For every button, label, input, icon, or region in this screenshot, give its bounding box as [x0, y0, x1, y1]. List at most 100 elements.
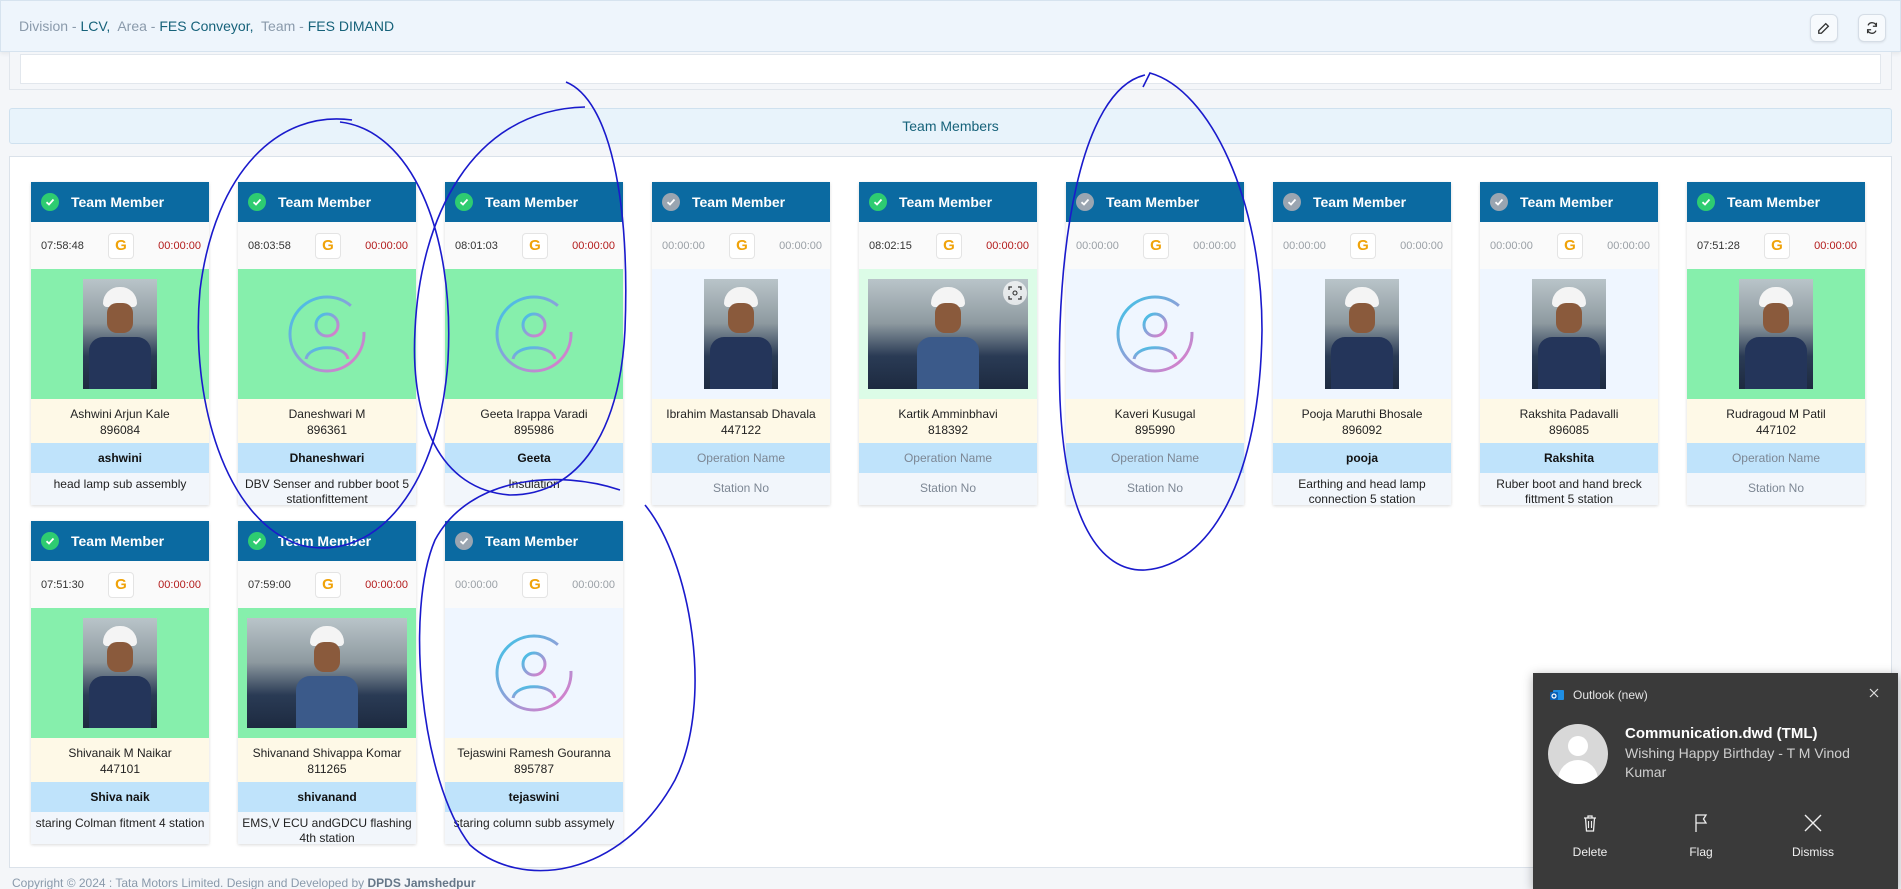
card-title: Team Member	[692, 194, 786, 210]
card-title: Team Member	[1313, 194, 1407, 210]
card-title: Team Member	[278, 194, 372, 210]
station-no[interactable]: Station No	[652, 473, 830, 505]
team-member-card[interactable]: Team Member 08:02:15 G 00:00:00 Kartik Ammin…	[859, 182, 1037, 505]
in-time: 07:51:30	[41, 578, 84, 591]
notification-message: Wishing Happy Birthday - T M Vinod Kumar	[1625, 745, 1850, 780]
station-no[interactable]: head lamp sub assembly	[31, 473, 209, 505]
station-no[interactable]: Station No	[859, 473, 1037, 505]
team-member-card[interactable]: Team Member 00:00:00 G 00:00:00 Pooja Maruth…	[1273, 182, 1451, 506]
card-header: Team Member	[652, 182, 830, 222]
dismiss-button[interactable]: Dismiss	[1778, 813, 1848, 859]
operation-name[interactable]: Shiva naik	[31, 782, 209, 812]
team-member-card[interactable]: Team Member 07:58:48 G 00:00:00 Ashwini Arju…	[31, 182, 209, 505]
card-header: Team Member	[859, 182, 1037, 222]
operation-name[interactable]: Geeta	[445, 443, 623, 473]
member-name: Daneshwari M	[288, 407, 366, 421]
photo-area	[31, 608, 209, 738]
member-name-block: Geeta Irappa Varadi 895986	[445, 399, 623, 443]
card-header: Team Member	[1480, 182, 1658, 222]
grade-badge[interactable]: G	[1764, 232, 1790, 259]
team-member-card[interactable]: Team Member 08:01:03 G 00:00:00 Geeta Irappa…	[445, 182, 623, 505]
grade-badge[interactable]: G	[522, 571, 548, 598]
out-time: 00:00:00	[1607, 239, 1650, 252]
grade-badge[interactable]: G	[729, 232, 755, 259]
time-row: 07:59:00 G 00:00:00	[238, 561, 416, 608]
grade-badge[interactable]: G	[108, 232, 134, 259]
flag-icon	[1695, 814, 1708, 832]
card-header: Team Member	[31, 182, 209, 222]
notification-toast[interactable]: Outlook (new) Communication.dwd (TML) Wi…	[1533, 673, 1898, 889]
station-no[interactable]: DBV Senser and rubber boot 5 stationfitt…	[238, 473, 416, 506]
time-row: 00:00:00 G 00:00:00	[1273, 222, 1451, 269]
grade-badge[interactable]: G	[1143, 232, 1169, 259]
team-member-card[interactable]: Team Member 07:59:00 G 00:00:00 Shivanand Sh…	[238, 521, 416, 845]
refresh-button[interactable]	[1858, 14, 1886, 42]
operation-name[interactable]: Operation Name	[859, 443, 1037, 473]
edit-button[interactable]	[1810, 14, 1838, 42]
member-name-block: Ashwini Arjun Kale 896084	[31, 399, 209, 443]
operation-name[interactable]: Operation Name	[652, 443, 830, 473]
delete-button[interactable]: Delete	[1555, 813, 1625, 859]
card-header: Team Member	[31, 521, 209, 561]
flag-button[interactable]: Flag	[1666, 813, 1736, 859]
time-row: 00:00:00 G 00:00:00	[652, 222, 830, 269]
filter-area	[9, 52, 1892, 90]
station-no[interactable]: EMS,V ECU andGDCU flashing 4th station	[238, 812, 416, 845]
operation-name[interactable]: Operation Name	[1687, 443, 1865, 473]
team-member-card[interactable]: Team Member 07:51:30 G 00:00:00 Shivanaik M …	[31, 521, 209, 844]
grade-badge[interactable]: G	[108, 571, 134, 598]
operation-name[interactable]: tejaswini	[445, 782, 623, 812]
team-member-card[interactable]: Team Member 00:00:00 G 00:00:00 Tejaswini Ra…	[445, 521, 623, 844]
scan-face-button[interactable]	[1003, 281, 1027, 305]
card-title: Team Member	[71, 533, 165, 549]
station-no[interactable]: Ruber boot and hand breck fittment 5 sta…	[1480, 473, 1658, 506]
photo-area	[859, 269, 1037, 399]
dismiss-icon	[1804, 814, 1822, 832]
card-title: Team Member	[278, 533, 372, 549]
station-no[interactable]: Station No	[1066, 473, 1244, 505]
close-icon	[1869, 688, 1879, 698]
operation-name[interactable]: ashwini	[31, 443, 209, 473]
grade-badge[interactable]: G	[1557, 232, 1583, 259]
grade-badge[interactable]: G	[522, 232, 548, 259]
photo-area	[1687, 269, 1865, 399]
notification-close-button[interactable]	[1864, 683, 1884, 703]
check-circle-icon	[455, 532, 473, 550]
station-no[interactable]: Earthing and head lamp connection 5 stat…	[1273, 473, 1451, 506]
team-member-card[interactable]: Team Member 07:51:28 G 00:00:00 Rudragoud M …	[1687, 182, 1865, 505]
operation-name[interactable]: shivanand	[238, 782, 416, 812]
in-time: 07:51:28	[1697, 239, 1740, 252]
member-photo	[83, 279, 157, 389]
member-name: Ibrahim Mastansab Dhavala	[666, 407, 816, 421]
grade-badge[interactable]: G	[315, 232, 341, 259]
default-avatar-icon	[495, 295, 573, 373]
operation-name[interactable]: Rakshita	[1480, 443, 1658, 473]
operation-name[interactable]: Operation Name	[1066, 443, 1244, 473]
photo-area	[1273, 269, 1451, 399]
grade-badge[interactable]: G	[936, 232, 962, 259]
footer-text: Copyright © 2024 : Tata Motors Limited. …	[12, 876, 368, 889]
check-circle-icon	[455, 193, 473, 211]
member-name-block: Rakshita Padavalli 896085	[1480, 399, 1658, 443]
sender-avatar	[1548, 724, 1608, 784]
card-header: Team Member	[445, 182, 623, 222]
flag-label: Flag	[1689, 845, 1713, 859]
station-no[interactable]: staring column subb assymely	[445, 812, 623, 844]
member-name-block: Shivanaik M Naikar 447101	[31, 738, 209, 782]
photo-area	[652, 269, 830, 399]
member-name-block: Rudragoud M Patil 447102	[1687, 399, 1865, 443]
grade-badge[interactable]: G	[1350, 232, 1376, 259]
grade-badge[interactable]: G	[315, 571, 341, 598]
operation-name[interactable]: pooja	[1273, 443, 1451, 473]
station-no[interactable]: Insulation	[445, 473, 623, 505]
photo-area	[238, 269, 416, 399]
team-member-card[interactable]: Team Member 00:00:00 G 00:00:00 Kaveri Kusug…	[1066, 182, 1244, 505]
trash-icon	[1584, 815, 1596, 832]
station-no[interactable]: staring Colman fitment 4 station	[31, 812, 209, 844]
station-no[interactable]: Station No	[1687, 473, 1865, 505]
team-member-card[interactable]: Team Member 00:00:00 G 00:00:00 Ibrahim Mast…	[652, 182, 830, 505]
team-member-card[interactable]: Team Member 08:03:58 G 00:00:00 Daneshwari M…	[238, 182, 416, 506]
member-name: Geeta Irappa Varadi	[480, 407, 588, 421]
team-member-card[interactable]: Team Member 00:00:00 G 00:00:00 Rakshita Pad…	[1480, 182, 1658, 506]
operation-name[interactable]: Dhaneshwari	[238, 443, 416, 473]
